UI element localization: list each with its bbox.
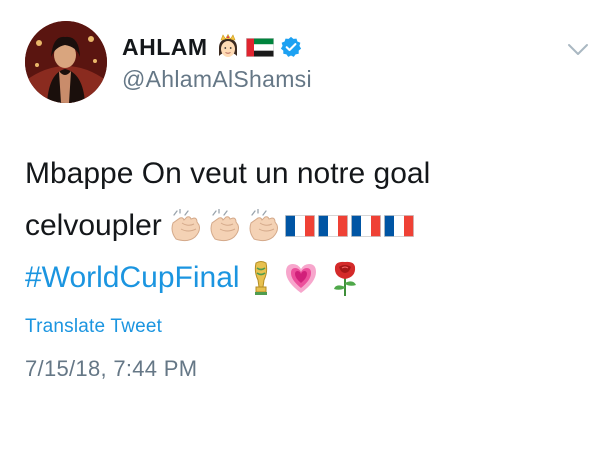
growing-heart-icon [285,264,316,293]
tweet-text-line-2: celvoupler [25,209,162,242]
display-name[interactable]: AHLAM [122,34,208,61]
translate-tweet-link[interactable]: Translate Tweet [25,316,162,338]
clapping-hands-icon [171,209,200,242]
hashtag-link[interactable]: #WorldCupFinal [25,252,240,304]
uae-flag-icon [245,37,274,57]
rose-icon [333,261,356,296]
user-handle[interactable]: @AhlamAlShamsi [122,66,312,93]
tweet-line-1: Mbappe On veut un notre goal [25,148,585,200]
tweet-timestamp[interactable]: 7/15/18, 7:44 PM [25,356,197,382]
tweet-line-3-emojis [250,259,360,297]
france-flag-icon [350,215,381,237]
tweet-line-3: #WorldCupFinal [25,252,585,304]
clapping-hands-icon [210,209,239,242]
name-badges [216,34,302,60]
chevron-down-icon[interactable] [566,42,590,58]
avatar[interactable] [25,21,107,103]
princess-emoji-icon [218,34,237,57]
trophy-icon [254,261,267,295]
verified-badge-icon [280,36,301,57]
tweet-text-line-1: Mbappe On veut un notre goal [25,157,431,190]
france-flag-icon [317,215,348,237]
tweet-line-2: celvoupler [25,200,585,252]
tweet-card: AHLAM @AhlamAlShamsi Mbappe On veut un n… [0,0,603,476]
france-flag-icon [383,215,414,237]
clapping-hands-icon [249,209,278,242]
tweet-line-2-emojis [168,209,414,243]
tweet-text: Mbappe On veut un notre goal celvoupler [25,148,585,304]
author-name-row: AHLAM [122,31,302,63]
france-flag-icon [284,215,315,237]
